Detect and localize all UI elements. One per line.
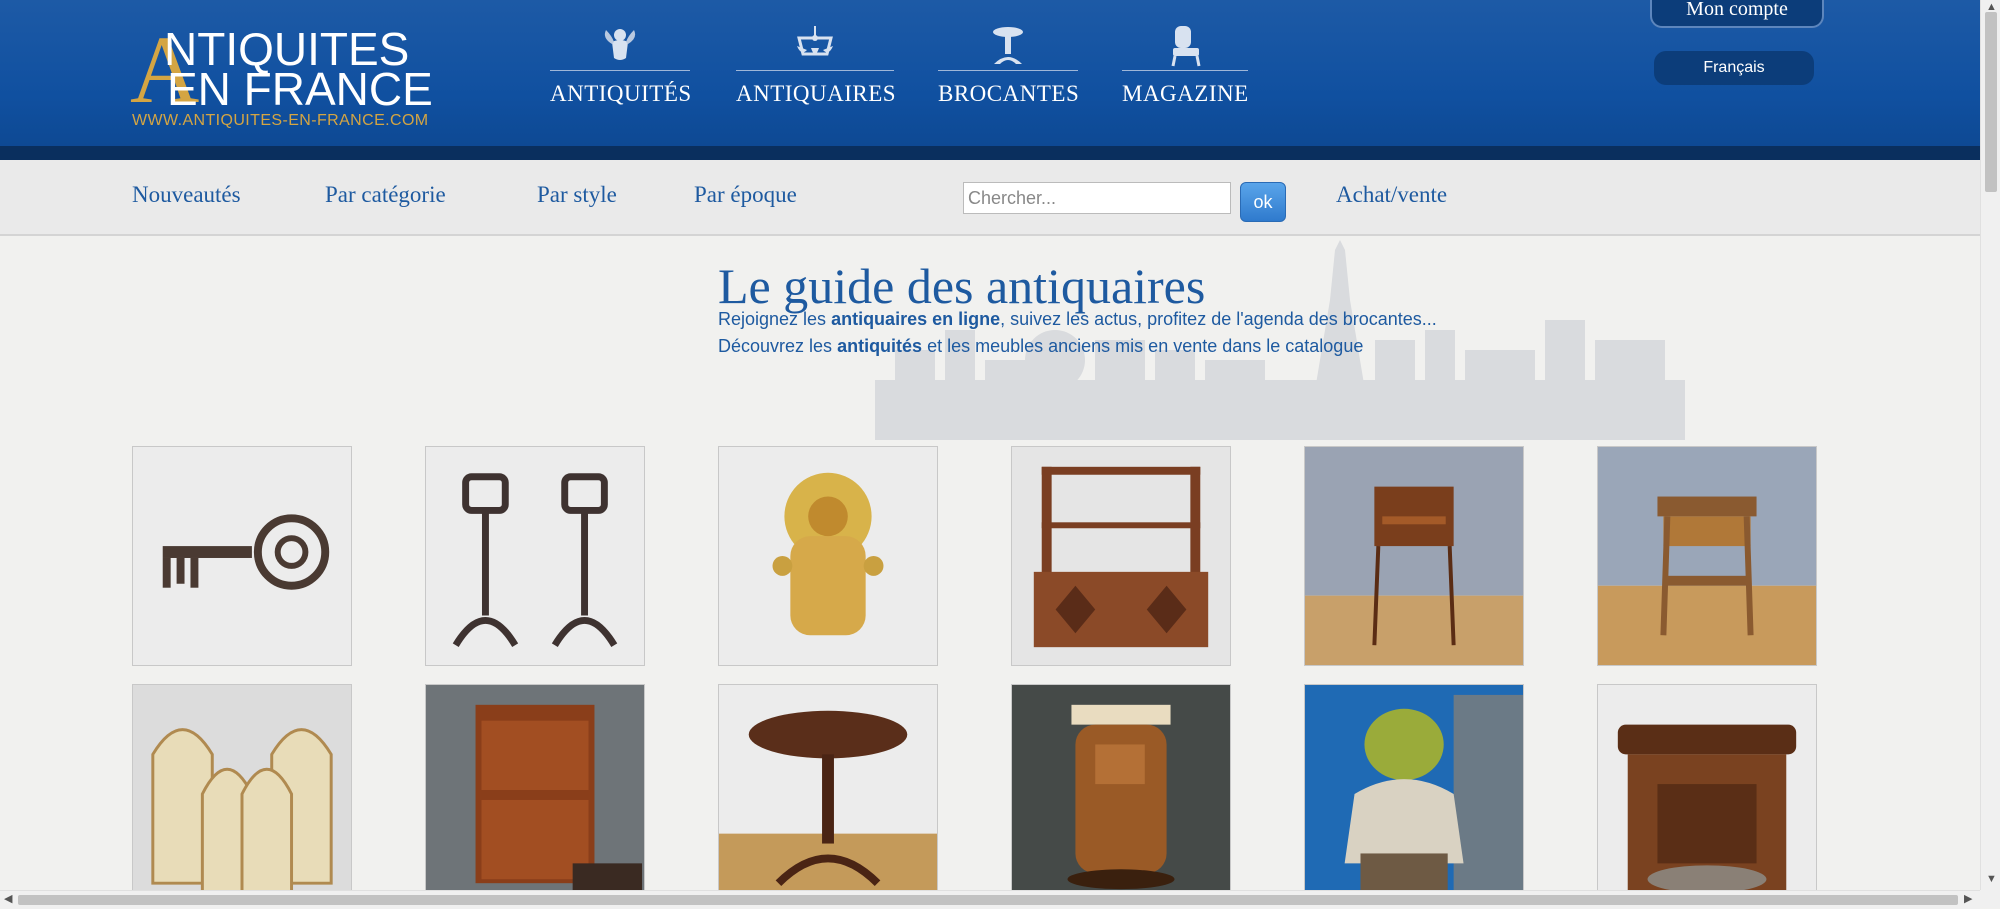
product-tile-gilded-ornament[interactable] (718, 446, 938, 666)
product-tile-key[interactable] (132, 446, 352, 666)
guide-line-1-rest: , suivez les actus, profitez de l'agenda… (1000, 309, 1437, 329)
product-image (1598, 447, 1816, 665)
subnav-par-epoque[interactable]: Par époque (694, 182, 797, 208)
pedestal-table-icon (993, 27, 1023, 64)
product-image (1305, 447, 1523, 665)
chandelier-icon (797, 26, 833, 56)
search-input[interactable] (963, 182, 1231, 214)
product-tile-wall-shelf[interactable] (1011, 446, 1231, 666)
nav-antiquaires-label: ANTIQUAIRES (736, 81, 897, 106)
nav-divider (736, 70, 894, 71)
language-selector[interactable]: Français (1654, 51, 1814, 85)
nav-antiquites-label: ANTIQUITÉS (550, 81, 692, 106)
nav-divider (550, 70, 690, 71)
product-tile-carved-box[interactable] (1597, 684, 1817, 904)
my-account-button[interactable]: Mon compte (1650, 0, 1824, 28)
vertical-scrollbar-thumb[interactable] (1985, 12, 1997, 192)
nav-magazine[interactable]: MAGAZINE (1122, 24, 1248, 114)
guide-line-1-text: Rejoignez les (718, 309, 832, 329)
product-image (133, 685, 351, 903)
guide-intro-line-2: Découvrez les antiquités et les meubles … (718, 336, 1363, 357)
product-image (1598, 685, 1816, 903)
product-tile-secretaire[interactable] (425, 684, 645, 904)
vertical-scrollbar[interactable]: ▲ ▼ (1980, 0, 2000, 890)
subnav-par-style[interactable]: Par style (537, 182, 617, 208)
secondary-nav: Nouveautés Par catégorie Par style Par é… (0, 160, 1980, 236)
product-image (133, 447, 351, 665)
product-tile-art-deco-cabinet[interactable] (1011, 684, 1231, 904)
site-logo[interactable]: A NTIQUITES EN FRANCE WWW.ANTIQUITES-EN-… (130, 22, 450, 134)
nav-brocantes[interactable]: BROCANTES (938, 24, 1080, 114)
site-header: A NTIQUITES EN FRANCE WWW.ANTIQUITES-EN-… (0, 0, 1980, 160)
nav-magazine-label: MAGAZINE (1122, 81, 1249, 106)
product-tile-shrek-statue[interactable] (1304, 684, 1524, 904)
guide-line-2-text: Découvrez les (718, 336, 838, 356)
nav-divider (1122, 70, 1248, 71)
product-image (1012, 685, 1230, 903)
product-image (719, 447, 937, 665)
product-tile-andirons[interactable] (425, 446, 645, 666)
guide-line-2-rest: et les meubles anciens mis en vente dans… (922, 336, 1364, 356)
armchair-icon (1171, 26, 1201, 67)
guide-intro-line-1: Rejoignez les antiquaires en ligne, suiv… (718, 309, 1437, 330)
guide-line-2-link[interactable]: antiquités (837, 336, 922, 356)
guide-title: Le guide des antiquaires (718, 258, 1206, 314)
header-band (0, 146, 1980, 160)
product-tile-side-table[interactable] (1304, 446, 1524, 666)
nav-antiquaires[interactable]: ANTIQUAIRES (736, 24, 897, 114)
scroll-down-arrow-icon[interactable]: ▼ (1986, 874, 1997, 885)
subnav-nouveautes[interactable]: Nouveautés (132, 182, 241, 208)
product-image (426, 447, 644, 665)
subnav-achat-vente[interactable]: Achat/vente (1336, 182, 1447, 208)
guide-line-1-link[interactable]: antiquaires en ligne (831, 309, 1000, 329)
nav-antiquites[interactable]: ANTIQUITÉS (550, 24, 692, 114)
product-image (1305, 685, 1523, 903)
horizontal-scrollbar[interactable]: ◀ ▶ (0, 890, 1980, 909)
scrollbar-corner (1980, 890, 2000, 908)
logo-line-2: EN FRANCE (167, 63, 433, 115)
horizontal-scrollbar-thumb[interactable] (18, 895, 1958, 905)
product-image (719, 685, 937, 903)
product-tile-round-table[interactable] (718, 684, 938, 904)
scroll-right-arrow-icon[interactable]: ▶ (1964, 894, 1972, 905)
cherub-icon (604, 29, 636, 60)
search-submit-button[interactable]: ok (1240, 182, 1286, 222)
nav-brocantes-label: BROCANTES (938, 81, 1080, 106)
scroll-left-arrow-icon[interactable]: ◀ (4, 894, 12, 905)
logo-url: WWW.ANTIQUITES-EN-FRANCE.COM (132, 112, 429, 129)
product-image (426, 685, 644, 903)
product-image (1012, 447, 1230, 665)
product-tile-marquetry-table[interactable] (1597, 446, 1817, 666)
nav-divider (938, 70, 1078, 71)
product-tile-chairs[interactable] (132, 684, 352, 904)
subnav-par-categorie[interactable]: Par catégorie (325, 182, 446, 208)
